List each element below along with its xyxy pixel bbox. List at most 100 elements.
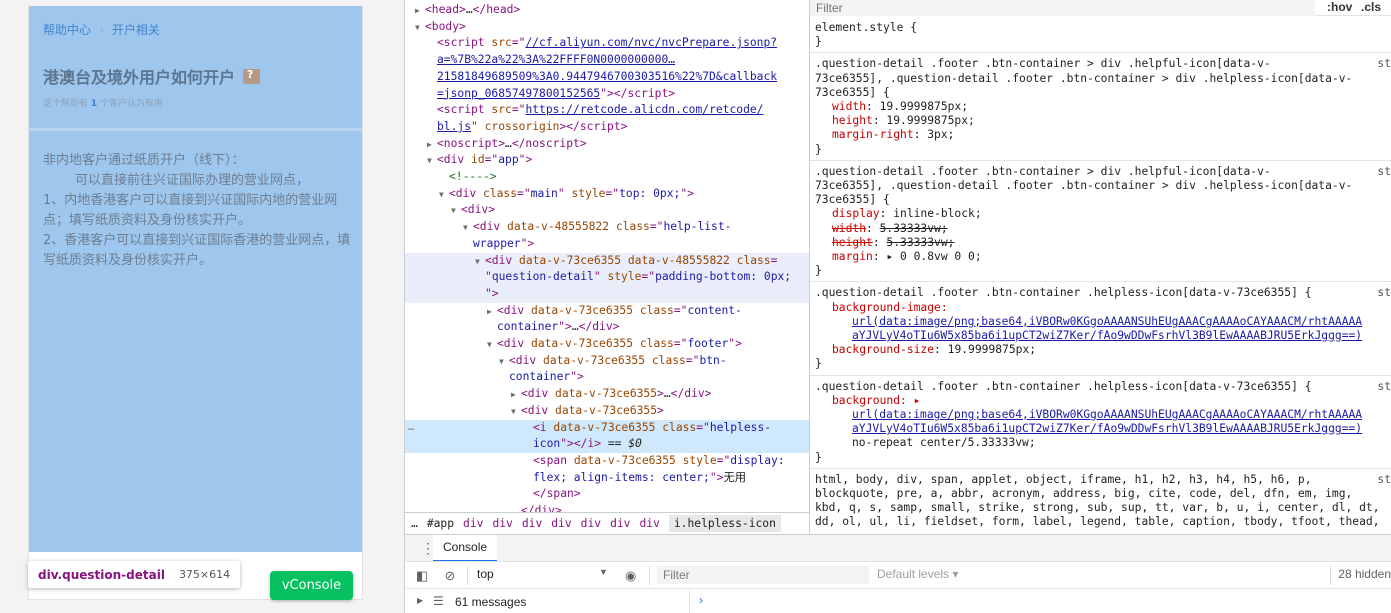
console-filter-input[interactable]: Filter: [657, 566, 869, 584]
dom-breadcrumb-item[interactable]: div: [551, 517, 571, 530]
style-property[interactable]: width: 19.9999875px;: [832, 100, 968, 114]
expanded-triangle-icon[interactable]: ▼: [427, 153, 437, 169]
style-property[interactable]: margin-right: 3px;: [832, 128, 954, 142]
style-value-url[interactable]: url(data:image/png;base64,iVBORw0KGgoAAA…: [852, 408, 1362, 422]
style-property[interactable]: height: 19.9999875px;: [832, 114, 975, 128]
dom-node-line[interactable]: <!---->: [405, 169, 809, 186]
style-property[interactable]: display: inline-block;: [832, 207, 982, 221]
eye-icon[interactable]: ◉: [625, 568, 636, 584]
hov-toggle[interactable]: :hov: [1327, 0, 1352, 14]
dom-breadcrumb-item[interactable]: div: [639, 517, 659, 530]
vconsole-button[interactable]: vConsole: [270, 571, 353, 600]
expanded-triangle-icon[interactable]: ▼: [499, 354, 509, 370]
collapsed-triangle-icon[interactable]: ▶: [487, 304, 497, 320]
dom-node-line[interactable]: ▼ <div id="app">: [405, 152, 809, 169]
style-property[interactable]: background: ▸: [832, 394, 920, 408]
rule-source-link[interactable]: st: [1377, 286, 1391, 299]
rule-selector[interactable]: html, body, div, span, applet, object, i…: [815, 473, 1312, 487]
dom-node-line[interactable]: <span data-v-73ce6355 style="display:: [405, 453, 809, 470]
dom-node-line[interactable]: container">: [405, 369, 809, 386]
rule-source-link[interactable]: st: [1377, 380, 1391, 393]
rule-selector[interactable]: 73ce6355], .question-detail .footer .btn…: [815, 179, 1352, 193]
dom-node-line[interactable]: wrapper">: [405, 236, 809, 253]
rule-source-link[interactable]: st: [1377, 165, 1391, 178]
style-property[interactable]: height: 5.33333vw;: [832, 236, 954, 250]
rule-selector[interactable]: 73ce6355] {: [815, 193, 890, 207]
dom-node-line[interactable]: container">…</div>: [405, 319, 809, 336]
dom-node-line[interactable]: ">: [405, 285, 809, 303]
rule-selector[interactable]: kbd, q, s, samp, small, strike, strong, …: [815, 501, 1380, 515]
style-value-url[interactable]: aYJVLyV4oTIu6W5x85ba6i1upCT2wiZ7Ker/fAo9…: [852, 329, 1362, 343]
dom-node-line[interactable]: =jsonp_06857497800152565"></script>: [405, 86, 809, 103]
dom-node-line[interactable]: ▼ <div class="main" style="top: 0px;">: [405, 186, 809, 203]
dom-node-line[interactable]: … <i data-v-73ce6355 class="helpless-: [405, 419, 809, 437]
dom-node-line[interactable]: flex; align-items: center;">无用: [405, 470, 809, 487]
expanded-triangle-icon[interactable]: ▼: [475, 254, 485, 270]
style-property[interactable]: width: 5.33333vw;: [832, 222, 948, 236]
dom-node-line[interactable]: ▼ <div data-v-73ce6355 class="btn-: [405, 353, 809, 370]
dom-breadcrumb-item[interactable]: div: [522, 517, 542, 530]
dom-node-line[interactable]: icon"></i> == $0: [405, 436, 809, 454]
dom-node-line[interactable]: ▼ <div data-v-73ce6355>: [405, 403, 809, 420]
levels-dropdown[interactable]: Default levels ▾: [877, 567, 958, 581]
rule-selector[interactable]: 73ce6355], .question-detail .footer .btn…: [815, 72, 1352, 86]
dom-node-line[interactable]: 21581849689509%3A0.9447946700303516%22%7…: [405, 69, 809, 86]
style-property[interactable]: background-image:: [832, 301, 948, 315]
dom-node-line[interactable]: ▼ <div data-v-48555822 class="help-list-: [405, 219, 809, 236]
dom-breadcrumb-item[interactable]: #app: [427, 517, 454, 530]
more-icon[interactable]: …: [408, 420, 414, 436]
dom-breadcrumb-item[interactable]: div: [581, 517, 601, 530]
dom-node-line[interactable]: ▶ <head>…</head>: [405, 2, 809, 19]
dom-node-line[interactable]: a=%7B%22a%22%3A%22FFFF0N0000000000…: [405, 52, 809, 69]
style-property[interactable]: background-size: 19.9999875px;: [832, 343, 1036, 357]
dom-node-line[interactable]: bl.js" crossorigin></script>: [405, 119, 809, 136]
console-prompt-icon[interactable]: ›: [699, 593, 703, 607]
clear-console-icon[interactable]: ⊘: [442, 568, 458, 584]
dom-node-line[interactable]: </span>: [405, 486, 809, 503]
rule-selector[interactable]: dd, ol, ul, li, fieldset, form, label, l…: [815, 515, 1380, 529]
dom-node-line[interactable]: ▼ <div data-v-73ce6355 class="footer">: [405, 336, 809, 353]
dom-node-line[interactable]: ▶ <noscript>…</noscript>: [405, 136, 809, 153]
rule-source-link[interactable]: st: [1377, 57, 1391, 70]
style-value-url[interactable]: url(data:image/png;base64,iVBORw0KGgoAAA…: [852, 315, 1362, 329]
sidebar-toggle-icon[interactable]: ◧: [414, 568, 430, 584]
collapsed-triangle-icon[interactable]: ▶: [511, 387, 521, 403]
expand-triangle-icon[interactable]: ▶: [417, 596, 423, 605]
dom-node-line[interactable]: <script src="//cf.aliyun.com/nvc/nvcPrep…: [405, 35, 809, 52]
breadcrumb-help-center[interactable]: 帮助中心: [43, 21, 91, 38]
collapsed-triangle-icon[interactable]: ▶: [415, 3, 425, 19]
dom-breadcrumb-item[interactable]: div: [463, 517, 483, 530]
style-property[interactable]: margin: ▸ 0 0.8vw 0 0;: [832, 250, 982, 264]
messages-count[interactable]: 61 messages: [455, 595, 526, 609]
expanded-triangle-icon[interactable]: ▼: [451, 203, 461, 219]
expanded-triangle-icon[interactable]: ▼: [463, 220, 473, 236]
dom-node-line[interactable]: ▼ <div>: [405, 202, 809, 219]
rule-selector[interactable]: 73ce6355] {: [815, 86, 890, 100]
dom-node-line[interactable]: ▶ <div data-v-73ce6355>…</div>: [405, 386, 809, 403]
dom-breadcrumb-item[interactable]: …: [411, 517, 418, 530]
breadcrumb-account-opening[interactable]: 开户相关: [112, 21, 160, 38]
styles-filter-input[interactable]: [810, 0, 1315, 16]
collapsed-triangle-icon[interactable]: ▶: [427, 137, 437, 153]
dom-node-line[interactable]: ▶ <div data-v-73ce6355 class="content-: [405, 303, 809, 320]
cls-toggle[interactable]: .cls: [1361, 0, 1381, 14]
rule-selector[interactable]: blockquote, pre, a, abbr, acronym, addre…: [815, 487, 1352, 501]
expanded-triangle-icon[interactable]: ▼: [487, 337, 497, 353]
expanded-triangle-icon[interactable]: ▼: [415, 20, 425, 36]
dom-breadcrumb-item[interactable]: div: [610, 517, 630, 530]
expanded-triangle-icon[interactable]: ▼: [511, 404, 521, 420]
dom-node-line[interactable]: </div>: [405, 503, 809, 512]
rule-selector[interactable]: .question-detail .footer .btn-container …: [815, 57, 1271, 71]
style-value-url[interactable]: aYJVLyV4oTIu6W5x85ba6i1upCT2wiZ7Ker/fAo9…: [852, 422, 1362, 436]
rule-source-link[interactable]: st: [1377, 473, 1391, 486]
rule-selector[interactable]: .question-detail .footer .btn-container …: [815, 380, 1312, 394]
rule-selector[interactable]: .question-detail .footer .btn-container …: [815, 286, 1312, 300]
dom-breadcrumb-item[interactable]: i.helpless-icon: [668, 515, 781, 532]
dom-breadcrumb-item[interactable]: div: [492, 517, 512, 530]
expanded-triangle-icon[interactable]: ▼: [439, 187, 449, 203]
tab-console[interactable]: Console: [433, 535, 498, 562]
rule-selector[interactable]: .question-detail .footer .btn-container …: [815, 165, 1271, 179]
context-selector[interactable]: top: [477, 567, 494, 581]
dom-node-line[interactable]: "question-detail" style="padding-bottom:…: [405, 269, 809, 287]
dom-node-line[interactable]: <script src="https://retcode.alicdn.com/…: [405, 102, 809, 119]
